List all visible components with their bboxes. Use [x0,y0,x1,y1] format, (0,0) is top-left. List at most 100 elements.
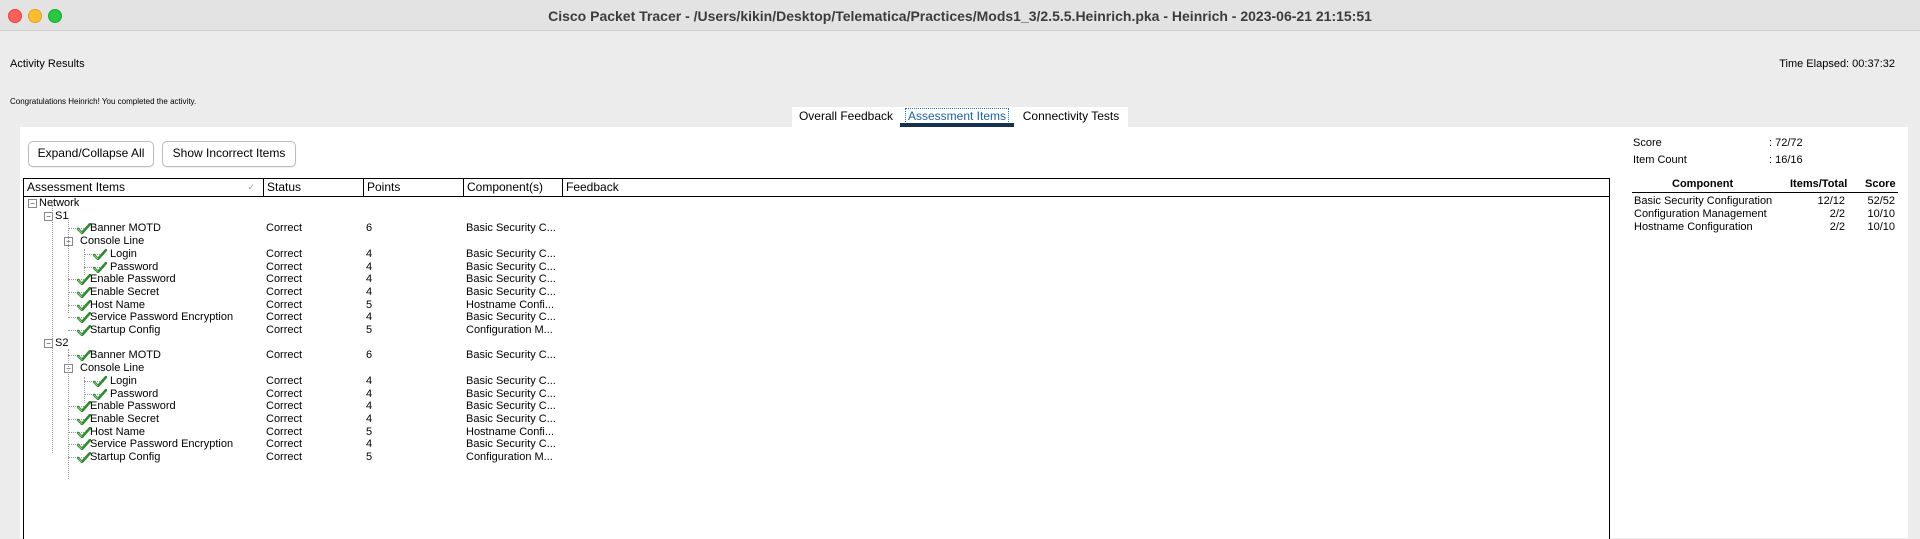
table-row[interactable]: Login Correct 4 Basic Security C... [24,375,1609,388]
table-row[interactable]: Startup Config Correct 5 Configuration M... [24,324,1609,337]
column-header-status[interactable]: Status [264,179,364,196]
assessment-item-label: Enable Secret [90,285,160,298]
points-cell: 4 [366,438,373,451]
assessment-item-label: Password [110,387,159,400]
component-cell: Basic Security C... [466,400,556,413]
assessment-item-label: Enable Password [90,400,176,413]
points-cell: 4 [366,273,373,286]
status-cell: Correct [266,438,303,451]
table-row[interactable]: Password Correct 4 Basic Security C... [24,388,1609,401]
column-header-components[interactable]: Component(s) [464,179,563,196]
summary-items-total: 12/12 [1817,195,1845,207]
assessment-item-label: Password [110,260,159,273]
assessment-table: Assessment Items ✓ Status Points Compone… [23,178,1610,539]
time-elapsed: Time Elapsed: 00:37:32 [1779,58,1895,70]
component-cell: Basic Security C... [466,247,556,260]
assessment-item-label: Login [110,247,137,260]
component-cell: Basic Security C... [466,285,556,298]
table-row[interactable]: Host Name Correct 5 Hostname Confi... [24,426,1609,439]
column-header-points[interactable]: Points [364,179,464,196]
summary-component-name: Hostname Configuration [1634,221,1753,233]
table-header: Assessment Items ✓ Status Points Compone… [24,179,1609,197]
component-cell: Basic Security C... [466,273,556,286]
table-row[interactable]: Login Correct 4 Basic Security C... [24,248,1609,261]
status-cell: Correct [266,311,303,324]
table-row[interactable]: Password Correct 4 Basic Security C... [24,261,1609,274]
status-cell: Correct [266,285,303,298]
column-header-assessment-items[interactable]: Assessment Items ✓ [24,179,264,196]
activity-results-heading: Activity Results [10,58,85,70]
table-row[interactable]: Host Name Correct 5 Hostname Confi... [24,299,1609,312]
component-cell: Basic Security C... [466,412,556,425]
assessment-item-label: S1 [55,209,69,222]
status-cell: Correct [266,412,303,425]
assessment-item-label: Startup Config [90,451,161,463]
table-row[interactable]: Banner MOTD Correct 6 Basic Security C... [24,222,1609,235]
tab-connectivity-tests[interactable]: Connectivity Tests [1014,107,1128,127]
points-cell: 5 [366,425,373,438]
tree-group-row[interactable]: − Console Line [24,235,1609,248]
tree-guide-line [68,218,69,313]
table-row[interactable]: Enable Secret Correct 4 Basic Security C... [24,286,1609,299]
status-cell: Correct [266,451,303,463]
status-cell: Correct [266,349,303,362]
title-bar: Cisco Packet Tracer - /Users/kikin/Deskt… [0,0,1920,31]
tab-overall-feedback[interactable]: Overall Feedback [792,107,900,127]
tree-group-row[interactable]: − S1 [24,210,1609,223]
table-row[interactable]: Enable Password Correct 4 Basic Security C.… [24,400,1609,413]
status-cell: Correct [266,298,303,311]
status-cell: Correct [266,400,303,413]
points-cell: 4 [366,311,373,324]
assessment-item-label: Service Password Encryption [90,438,234,451]
assessment-item-label: Network [39,197,80,209]
tree-group-row[interactable]: − S2 [24,337,1609,350]
assessment-item-label: Banner MOTD [90,349,161,362]
points-cell: 6 [366,349,373,362]
sort-check-icon: ✓ [247,182,255,192]
tree-guide-line [52,205,53,453]
points-cell: 6 [366,222,373,235]
table-row[interactable]: Service Password Encryption Correct 4 Basic… [24,438,1609,451]
tree-group-row[interactable]: − Console Line [24,362,1609,375]
points-cell: 5 [366,451,373,463]
points-cell: 4 [366,247,373,260]
summary-header-component: Component [1672,178,1734,190]
status-cell: Correct [266,425,303,438]
component-cell: Configuration M... [466,324,553,336]
assessment-item-label: S2 [55,336,69,349]
summary-items-total: 2/2 [1829,208,1845,220]
component-cell: Hostname Confi... [466,298,555,311]
summary-score: 10/10 [1867,208,1895,220]
tree-group-row[interactable]: − Network [24,197,1609,210]
collapse-toggle-icon[interactable]: − [28,199,37,208]
assessment-item-label: Host Name [90,298,146,311]
tree-guide-line [84,377,85,403]
item-count-value: : 16/16 [1769,154,1803,166]
status-cell: Correct [266,273,303,286]
assessment-item-label: Service Password Encryption [90,311,234,324]
assessment-item-label: Banner MOTD [90,222,161,235]
column-header-feedback[interactable]: Feedback [563,179,1608,196]
points-cell: 4 [366,412,373,425]
assessment-item-label: Host Name [90,425,146,438]
component-cell: Basic Security C... [466,260,556,273]
points-cell: 4 [366,387,373,400]
assessment-item-label: Console Line [80,235,145,248]
summary-score: 52/52 [1867,195,1895,207]
component-cell: Basic Security C... [466,349,556,362]
table-row[interactable]: Enable Password Correct 4 Basic Security C.… [24,273,1609,286]
summary-component-name: Configuration Management [1634,208,1767,220]
table-row[interactable]: Banner MOTD Correct 6 Basic Security C... [24,349,1609,362]
score-label: Score [1633,137,1662,149]
status-cell: Correct [266,260,303,273]
table-row[interactable]: Startup Config Correct 5 Configuration M... [24,451,1609,464]
table-row[interactable]: Service Password Encryption Correct 4 Basic… [24,311,1609,324]
component-cell: Hostname Confi... [466,425,555,438]
summary-score: 10/10 [1867,221,1895,233]
table-row[interactable]: Enable Secret Correct 4 Basic Security C... [24,413,1609,426]
show-incorrect-items-button[interactable]: Show Incorrect Items [162,141,296,167]
assessment-item-label: Login [110,374,137,387]
expand-collapse-all-button[interactable]: Expand/Collapse All [28,141,154,167]
component-cell: Basic Security C... [466,222,556,235]
assessment-item-label: Startup Config [90,324,161,336]
